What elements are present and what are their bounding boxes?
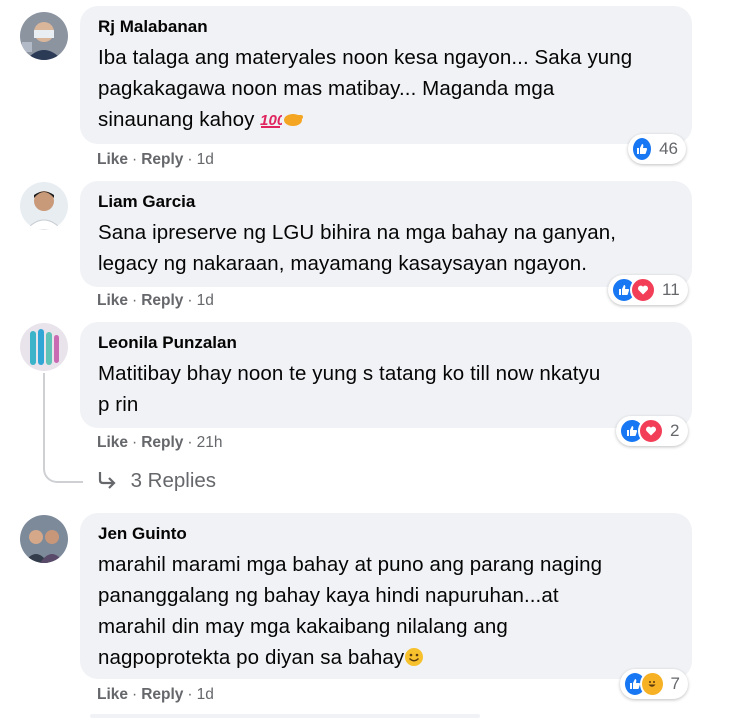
comment-line: Sana ipreserve ng LGU bihira na mga baha…	[98, 221, 617, 244]
comment-bubble: Jen Guinto marahil marami mga bahay at p…	[80, 513, 692, 679]
comment-bubble: Rj Malabanan Iba talaga ang materyales n…	[80, 6, 692, 144]
comment-actions: Like · Reply · 1d	[97, 150, 214, 170]
comment-actions: Like · Reply · 1d	[97, 685, 214, 705]
comment-actions: Like · Reply · 1d	[97, 291, 214, 311]
separator: ·	[132, 151, 138, 168]
hundred-points-emoji: 100	[260, 107, 286, 138]
comment-time[interactable]: 1d	[197, 151, 214, 168]
reactions-summary[interactable]: 46	[628, 134, 686, 164]
reply-arrow-icon	[97, 470, 123, 492]
avatar[interactable]	[20, 12, 68, 60]
comment-actions: Like · Reply · 21h	[97, 433, 222, 453]
reaction-count: 2	[670, 421, 680, 440]
reply-link[interactable]: Reply	[141, 292, 183, 309]
reply-link[interactable]: Reply	[141, 686, 183, 703]
smiling-face-emoji	[404, 645, 424, 676]
thread-connector	[43, 373, 83, 483]
separator: ·	[187, 434, 193, 451]
view-replies-link[interactable]: 3 Replies	[97, 469, 216, 493]
comment-line: pagkakagawa noon mas matibay... Maganda …	[98, 77, 555, 100]
comment-time[interactable]: 1d	[197, 292, 214, 309]
reactions-summary[interactable]: 11	[608, 275, 688, 305]
comment-line: marahil din may mga kakaibang nilalang a…	[98, 615, 508, 638]
like-link[interactable]: Like	[97, 292, 128, 309]
comment-bubble: Liam Garcia Sana ipreserve ng LGU bihira…	[80, 181, 692, 287]
avatar[interactable]	[20, 182, 68, 230]
comment-line: p rin	[98, 393, 139, 416]
reaction-count: 7	[670, 674, 680, 693]
comment-time[interactable]: 1d	[197, 686, 214, 703]
comment-text: Matitibay bhay noon te yung s tatang ko …	[98, 358, 674, 420]
comment-text: marahil marami mga bahay at puno ang par…	[98, 549, 674, 676]
comment-line: legacy ng nakaraan, mayamang kasaysayan …	[98, 252, 588, 275]
separator: ·	[187, 151, 193, 168]
reply-link[interactable]: Reply	[141, 434, 183, 451]
like-icon	[631, 136, 654, 162]
comment-line: Matitibay bhay noon te yung s tatang ko …	[98, 362, 601, 385]
comment-author[interactable]: Leonila Punzalan	[98, 332, 674, 354]
avatar[interactable]	[20, 515, 68, 563]
comment-bubble: Leonila Punzalan Matitibay bhay noon te …	[80, 322, 692, 428]
comment-author[interactable]: Rj Malabanan	[98, 16, 674, 38]
separator: ·	[132, 686, 138, 703]
like-link[interactable]: Like	[97, 151, 128, 168]
love-icon	[638, 418, 664, 444]
separator: ·	[187, 292, 193, 309]
comment-line: Iba talaga ang materyales noon kesa ngay…	[98, 46, 633, 69]
reaction-count: 46	[659, 139, 678, 158]
reactions-summary[interactable]: 7	[620, 669, 688, 699]
comment-line: sinaunang kahoy	[98, 108, 255, 131]
comment-author[interactable]: Liam Garcia	[98, 191, 674, 213]
comment-line-with-emoji: sinaunang kahoy 100	[98, 104, 674, 138]
comment-text: Iba talaga ang materyales noon kesa ngay…	[98, 42, 674, 138]
comment-line: nagpoprotekta po diyan sa bahay	[98, 646, 405, 669]
haha-icon	[640, 671, 665, 697]
separator: ·	[132, 434, 138, 451]
love-icon	[630, 277, 656, 303]
comment-text: Sana ipreserve ng LGU bihira na mga baha…	[98, 217, 674, 279]
reply-link[interactable]: Reply	[141, 151, 183, 168]
comment-line: marahil marami mga bahay at puno ang par…	[98, 553, 603, 576]
hand-emoji	[282, 107, 304, 138]
comment-line-with-emoji: nagpoprotekta po diyan sa bahay	[98, 642, 674, 676]
like-link[interactable]: Like	[97, 686, 128, 703]
comment-line: pananggalang ng bahay kaya hindi napuruh…	[98, 584, 559, 607]
reaction-count: 11	[662, 280, 680, 299]
next-comment-edge	[90, 714, 480, 718]
reactions-summary[interactable]: 2	[616, 416, 688, 446]
separator: ·	[187, 686, 193, 703]
separator: ·	[132, 292, 138, 309]
replies-label: 3 Replies	[130, 469, 217, 492]
comment-author[interactable]: Jen Guinto	[98, 523, 674, 545]
like-link[interactable]: Like	[97, 434, 128, 451]
comment-time[interactable]: 21h	[197, 434, 223, 451]
avatar[interactable]	[20, 323, 68, 371]
